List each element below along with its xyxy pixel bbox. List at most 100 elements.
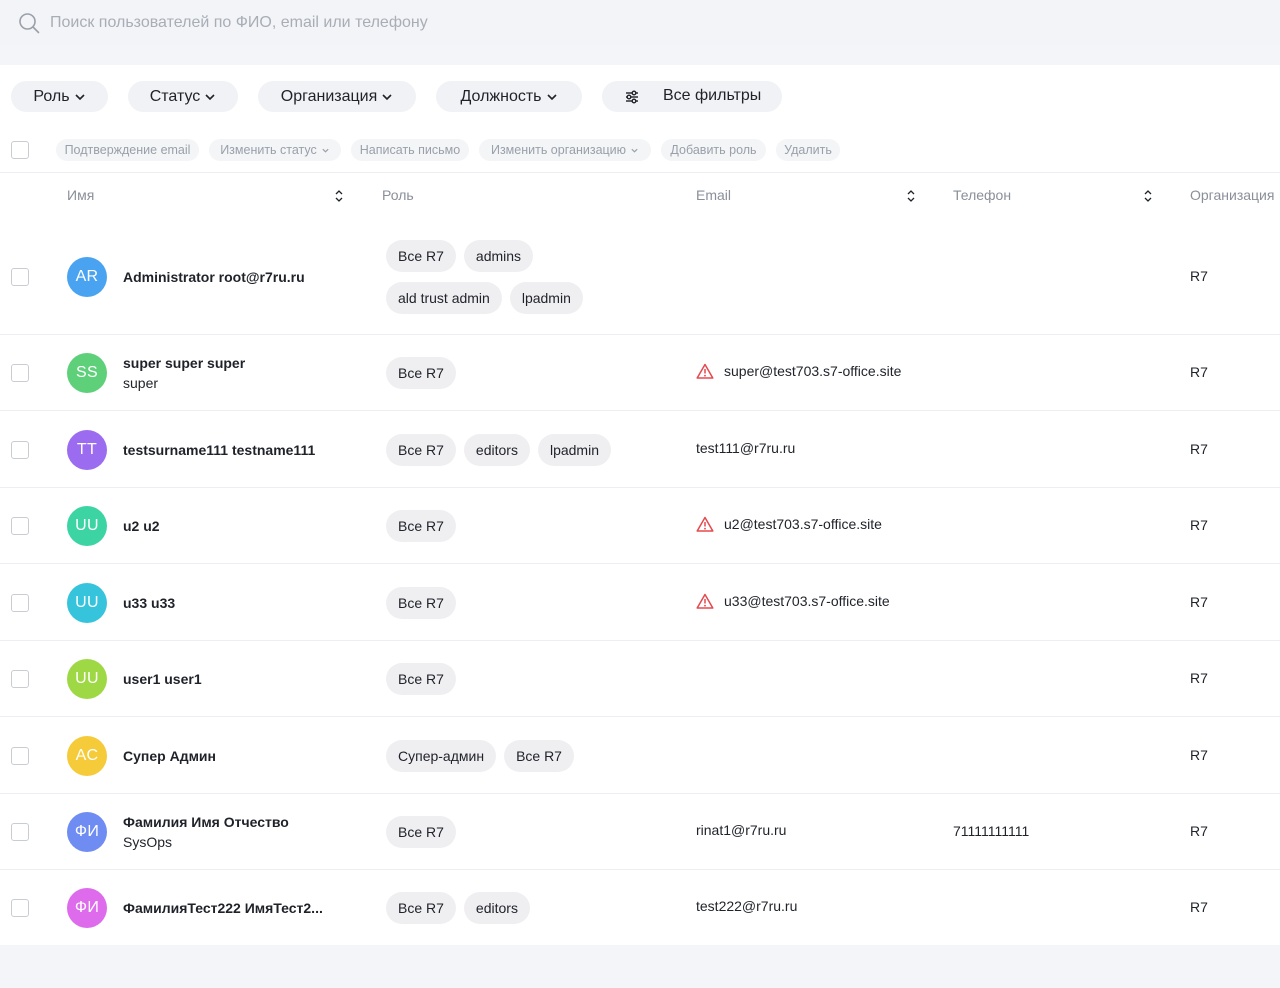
warning-icon — [696, 363, 714, 379]
row-checkbox[interactable] — [11, 267, 29, 286]
role-chip[interactable]: editors — [463, 891, 530, 924]
table-row[interactable]: UU u2 u2 Все R7 u2@test703.s7-office.site R7 — [0, 488, 1280, 564]
row-checkbox[interactable] — [11, 364, 29, 382]
role-chip[interactable]: Все R7 — [386, 891, 456, 924]
user-name-link[interactable]: Супер Админ — [123, 746, 333, 766]
table-row[interactable]: TT testsurname111 testname111 Все R7 editor… — [0, 411, 1280, 488]
user-email-text: u33@test703.s7-office.site — [724, 592, 890, 609]
column-header-organization: Организация — [1190, 187, 1275, 203]
user-name-link[interactable]: super super super — [123, 353, 333, 373]
avatar: AR — [67, 256, 107, 297]
select-all-checkbox[interactable] — [11, 141, 29, 159]
role-chip[interactable]: Все R7 — [386, 239, 456, 272]
chevron-down-icon — [75, 93, 85, 100]
column-header-phone[interactable]: Телефон — [953, 187, 1011, 203]
user-name-link[interactable]: testsurname111 testname111 — [123, 440, 333, 460]
row-checkbox[interactable] — [11, 517, 29, 535]
change-status-button[interactable]: Изменить статус — [209, 139, 341, 161]
write-letter-button[interactable]: Написать письмо — [351, 139, 469, 161]
table-row[interactable]: UU user1 user1 Все R7 R7 — [0, 641, 1280, 717]
user-organization: R7 — [1190, 440, 1208, 457]
table-row[interactable]: ФИ Фамилия Имя Отчество SysOps Все R7 rinat1… — [0, 794, 1280, 870]
user-organization: R7 — [1190, 823, 1208, 839]
write-letter-label: Написать письмо — [359, 143, 461, 157]
role-chip[interactable]: ald trust admin — [386, 281, 502, 314]
user-roles: Все R7 admins ald trust admin lpadmin — [386, 239, 616, 314]
avatar: TT — [67, 429, 107, 470]
user-organization: R7 — [1190, 746, 1208, 763]
row-checkbox[interactable] — [11, 440, 29, 459]
role-chip[interactable]: Все R7 — [386, 433, 456, 466]
role-chip[interactable]: Все R7 — [386, 586, 456, 619]
filter-organization-button[interactable]: Организация — [258, 81, 416, 112]
role-chip[interactable]: lpadmin — [537, 433, 611, 466]
user-roles: Все R7 — [386, 663, 676, 695]
delete-button[interactable]: Удалить — [776, 139, 840, 161]
row-checkbox[interactable] — [11, 823, 29, 841]
row-checkbox[interactable] — [11, 746, 29, 765]
role-chip[interactable]: Все R7 — [504, 739, 574, 772]
user-name-link[interactable]: u33 u33 — [123, 593, 333, 613]
role-chip[interactable]: Все R7 — [386, 663, 456, 695]
chevron-down-icon — [322, 148, 329, 153]
role-chip[interactable]: Все R7 — [386, 816, 456, 848]
table-row[interactable]: SS super super super super Все R7 super@test… — [0, 335, 1280, 411]
role-chip[interactable]: Все R7 — [386, 357, 456, 389]
filter-status-button[interactable]: Статус — [128, 81, 238, 112]
role-chip[interactable]: lpadmin — [509, 281, 583, 314]
user-name-block: user1 user1 — [123, 669, 333, 689]
user-email: u2@test703.s7-office.site — [696, 516, 882, 532]
column-header-role: Роль — [382, 187, 414, 203]
chevron-down-icon — [205, 93, 215, 100]
filter-role-label: Роль — [33, 87, 70, 105]
add-role-button[interactable]: Добавить роль — [661, 139, 766, 161]
row-checkbox[interactable] — [11, 670, 29, 688]
avatar: SS — [67, 353, 107, 393]
table-row[interactable]: AC Супер Админ Супер-админ Все R7 R7 — [0, 717, 1280, 794]
role-chip[interactable]: Супер-админ — [386, 739, 497, 772]
sort-icon[interactable] — [334, 189, 344, 203]
users-panel: Роль Статус Организация Должность Все фи — [0, 65, 1280, 945]
user-email: super@test703.s7-office.site — [696, 363, 901, 379]
role-chip[interactable]: Все R7 — [386, 510, 456, 542]
user-name-link[interactable]: u2 u2 — [123, 516, 333, 536]
user-roles: Все R7 editors lpadmin — [386, 433, 676, 466]
role-chip[interactable]: editors — [463, 433, 530, 466]
sort-icon[interactable] — [906, 189, 916, 203]
table-row[interactable]: AR Administrator root@r7ru.ru Все R7 admins… — [0, 218, 1280, 335]
column-header-name[interactable]: Имя — [67, 187, 94, 203]
user-name-link[interactable]: Фамилия Имя Отчество — [123, 812, 333, 832]
confirm-email-label: Подтверждение email — [64, 143, 191, 157]
user-email-text: test222@r7ru.ru — [696, 897, 798, 914]
change-organization-label: Изменить организацию — [490, 143, 627, 157]
role-chip[interactable]: admins — [463, 239, 534, 272]
change-organization-button[interactable]: Изменить организацию — [479, 139, 651, 161]
filter-role-button[interactable]: Роль — [11, 81, 108, 112]
user-email: test222@r7ru.ru — [696, 898, 797, 914]
user-roles: Супер-админ Все R7 — [386, 739, 676, 772]
sort-icon[interactable] — [1143, 189, 1153, 203]
search-input[interactable] — [50, 0, 1250, 45]
avatar: UU — [67, 659, 107, 699]
user-name-link[interactable]: Administrator root@r7ru.ru — [123, 267, 333, 287]
user-roles: Все R7 — [386, 586, 676, 619]
row-checkbox[interactable] — [11, 898, 29, 917]
search-icon — [19, 13, 40, 34]
user-name-link[interactable]: ФамилияТест222 ИмяТест2... — [123, 898, 333, 918]
user-roles: Все R7 editors — [386, 891, 676, 924]
avatar: ФИ — [67, 887, 107, 928]
avatar: UU — [67, 506, 107, 546]
filter-position-button[interactable]: Должность — [436, 81, 582, 112]
avatar: UU — [67, 582, 107, 623]
user-email: u33@test703.s7-office.site — [696, 593, 890, 609]
confirm-email-button[interactable]: Подтверждение email — [56, 139, 199, 161]
filter-status-label: Статус — [149, 87, 201, 105]
table-row[interactable]: ФИ ФамилияТест222 ИмяТест2... Все R7 editor… — [0, 870, 1280, 945]
row-checkbox[interactable] — [11, 593, 29, 612]
all-filters-button[interactable]: Все фильтры — [602, 81, 782, 112]
table-row[interactable]: UU u33 u33 Все R7 u33@test703.s7-office.sit… — [0, 564, 1280, 641]
filter-organization-label: Организация — [280, 87, 378, 105]
column-header-email[interactable]: Email — [696, 187, 731, 203]
user-email-text: u2@test703.s7-office.site — [724, 516, 882, 532]
user-name-link[interactable]: user1 user1 — [123, 669, 333, 689]
